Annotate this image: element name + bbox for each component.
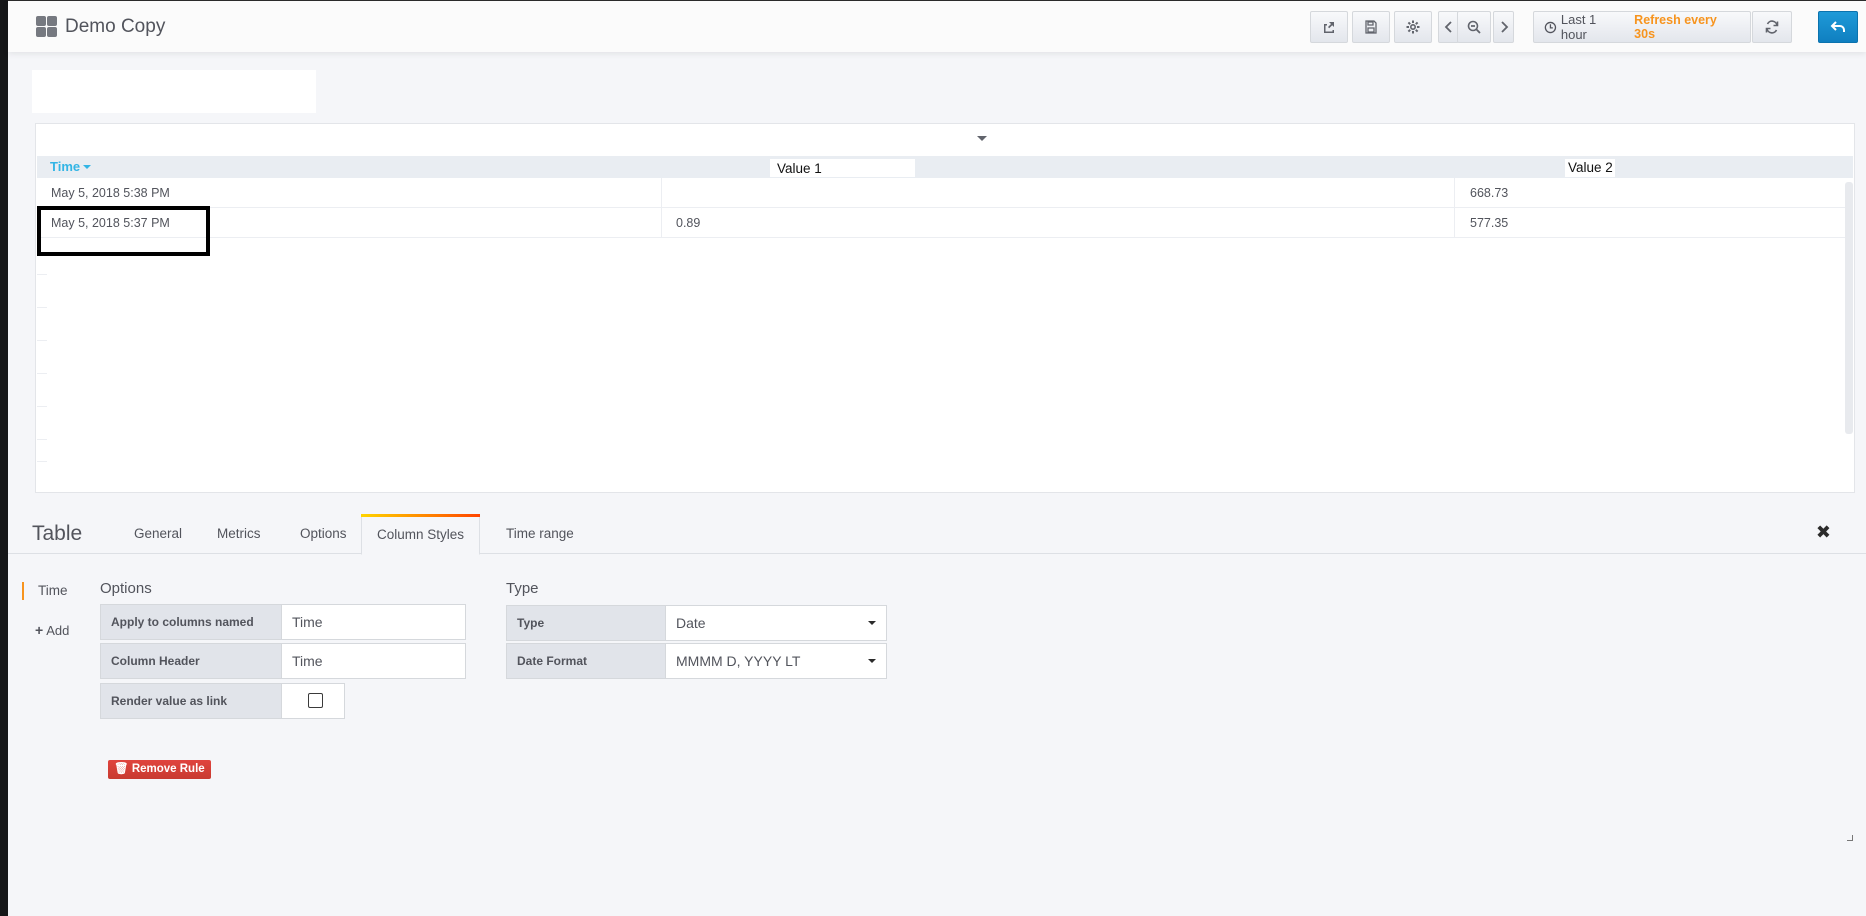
add-label: Add: [46, 623, 70, 638]
share-button[interactable]: [1310, 11, 1348, 43]
plus-icon: +: [35, 622, 44, 638]
chevron-down-icon: [868, 659, 876, 663]
highlight-box: [37, 206, 210, 256]
style-rule-time[interactable]: Time: [22, 582, 68, 600]
empty-row-divider: [37, 274, 47, 275]
column-header-label: Column Header: [100, 643, 282, 679]
tab-options[interactable]: Options: [285, 514, 362, 554]
empty-row-divider: [37, 461, 47, 462]
zoom-out-icon: [1467, 20, 1481, 34]
zoom-out-button[interactable]: [1457, 11, 1491, 43]
dashboard-grid-icon: [36, 16, 57, 37]
chevron-down-icon: [868, 621, 876, 625]
apply-columns-input[interactable]: Time: [281, 604, 466, 640]
type-label: Type: [506, 605, 666, 641]
chevron-right-icon: [1500, 21, 1508, 33]
remove-rule-label: Remove Rule: [131, 763, 205, 775]
render-link-label: Render value as link: [100, 683, 282, 719]
empty-row-divider: [37, 439, 47, 440]
save-icon: [1365, 20, 1377, 34]
empty-row-divider: [37, 307, 47, 308]
cell-value2: 668.73: [1454, 178, 1508, 208]
sort-desc-icon: [83, 165, 92, 169]
type-select-value: Date: [676, 615, 706, 631]
table-row: May 5, 2018 5:37 PM 0.89 577.35: [37, 208, 1853, 238]
cell-value1: 0.89: [661, 208, 1454, 238]
remove-rule-button[interactable]: 🗑 Remove Rule: [108, 760, 211, 779]
save-button[interactable]: [1352, 11, 1390, 43]
share-icon: [1324, 22, 1334, 33]
refresh-interval-label: Refresh every 30s: [1634, 13, 1717, 41]
back-icon: [1830, 21, 1845, 32]
time-forward-button[interactable]: [1493, 11, 1514, 43]
resize-handle-icon[interactable]: [1847, 835, 1853, 841]
cell-value1: [661, 178, 1454, 208]
refresh-icon: [1765, 20, 1779, 34]
panel-title-placeholder: [32, 70, 316, 113]
trash-icon: 🗑: [114, 763, 129, 775]
empty-row-divider: [37, 373, 47, 374]
table-header-row: Time Value 1 Value 2: [37, 156, 1853, 178]
back-to-dashboard-button[interactable]: [1818, 11, 1858, 43]
table-row: May 5, 2018 5:38 PM 668.73: [37, 178, 1853, 208]
column-header-time-label: Time: [50, 159, 81, 174]
dashboard-brand[interactable]: Demo Copy: [36, 16, 165, 38]
clock-icon: [1544, 21, 1557, 33]
time-picker-button[interactable]: Last 1 hour Refresh every 30s: [1533, 11, 1751, 43]
column-header-value2[interactable]: Value 2: [1565, 159, 1615, 177]
tab-time-range[interactable]: Time range: [491, 514, 589, 554]
column-header-input[interactable]: Time: [281, 643, 466, 679]
tab-metrics[interactable]: Metrics: [202, 514, 276, 554]
time-back-button[interactable]: [1438, 11, 1459, 43]
close-editor-icon[interactable]: ✖: [1816, 522, 1831, 543]
column-header-value1[interactable]: Value 1: [770, 159, 915, 177]
date-format-label: Date Format: [506, 643, 666, 679]
chevron-left-icon: [1444, 21, 1452, 33]
gear-icon: [1406, 20, 1420, 34]
render-link-checkbox[interactable]: [308, 693, 323, 708]
cell-time: May 5, 2018 5:38 PM: [51, 186, 170, 200]
empty-row-divider: [37, 406, 47, 407]
column-header-time[interactable]: Time: [50, 156, 92, 178]
settings-button[interactable]: [1394, 11, 1432, 43]
tab-general[interactable]: General: [119, 514, 197, 554]
table-scrollbar[interactable]: [1845, 182, 1853, 434]
top-navbar: Demo Copy Last 1 hour Refresh every 30s: [8, 0, 1866, 52]
dashboard-title[interactable]: Demo Copy: [65, 16, 165, 38]
panel-editor-header: Table General Metrics Options Column Sty…: [8, 514, 1866, 555]
type-section-title: Type: [506, 580, 539, 597]
apply-columns-label: Apply to columns named: [100, 604, 282, 640]
add-style-rule-button[interactable]: + Add: [35, 622, 69, 638]
date-format-select[interactable]: MMMM D, YYYY LT: [665, 643, 887, 679]
empty-row-divider: [37, 340, 47, 341]
tab-column-styles[interactable]: Column Styles: [361, 514, 481, 555]
time-range-label: Last 1 hour: [1560, 12, 1597, 42]
refresh-button[interactable]: [1752, 11, 1792, 43]
table-panel: Time Value 1 Value 2 May 5, 2018 5:38 PM…: [35, 123, 1855, 493]
cell-value2: 577.35: [1454, 208, 1508, 238]
options-section-title: Options: [100, 580, 152, 597]
date-format-value: MMMM D, YYYY LT: [676, 653, 801, 669]
panel-menu-caret-icon[interactable]: [977, 136, 987, 141]
render-link-toggle[interactable]: [281, 683, 345, 719]
type-select[interactable]: Date: [665, 605, 887, 641]
editor-title: Table: [32, 522, 83, 545]
